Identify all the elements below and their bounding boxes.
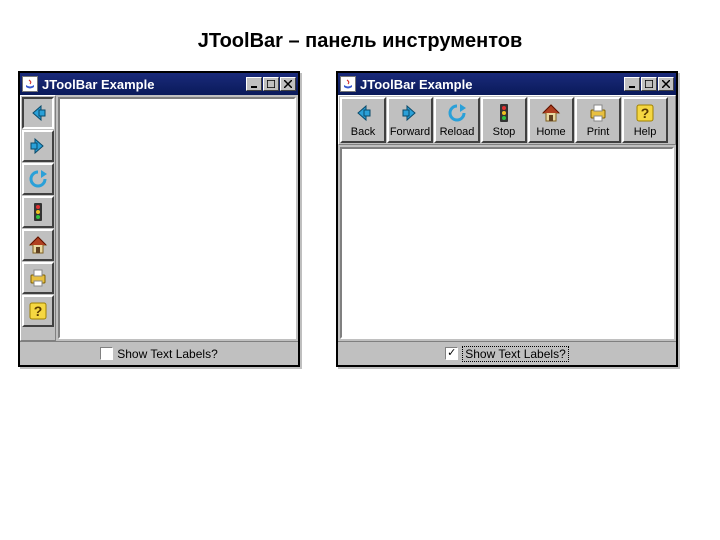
- forward-label: Forward: [390, 126, 430, 138]
- window-title: JToolBar Example: [42, 77, 245, 92]
- statusbar: Show Text Labels?: [338, 341, 676, 365]
- reload-label: Reload: [440, 126, 475, 138]
- titlebar[interactable]: JToolBar Example: [338, 73, 676, 95]
- toolbar-vertical: [20, 95, 56, 341]
- back-label: Back: [351, 126, 375, 138]
- java-icon: [22, 76, 38, 92]
- printer-icon: [27, 267, 49, 289]
- question-icon: [27, 300, 49, 322]
- arrow-right-icon: [399, 102, 421, 124]
- reload-button[interactable]: Reload: [434, 97, 480, 143]
- show-labels-label[interactable]: Show Text Labels?: [117, 347, 218, 361]
- slide-title: JToolBar – панель инструментов: [0, 0, 720, 71]
- question-icon: [634, 102, 656, 124]
- print-button[interactable]: [22, 262, 54, 294]
- content-area: [340, 147, 674, 339]
- traffic-light-icon: [493, 102, 515, 124]
- reload-icon: [446, 102, 468, 124]
- show-labels-checkbox[interactable]: [100, 347, 113, 360]
- show-labels-label[interactable]: Show Text Labels?: [462, 346, 569, 362]
- home-label: Home: [536, 126, 565, 138]
- statusbar: Show Text Labels?: [20, 341, 298, 365]
- printer-icon: [587, 102, 609, 124]
- stop-button[interactable]: Stop: [481, 97, 527, 143]
- back-button[interactable]: [22, 97, 54, 129]
- help-button[interactable]: [22, 295, 54, 327]
- arrow-right-icon: [27, 135, 49, 157]
- maximize-button[interactable]: [263, 77, 279, 91]
- print-button[interactable]: Print: [575, 97, 621, 143]
- reload-button[interactable]: [22, 163, 54, 195]
- minimize-button[interactable]: [624, 77, 640, 91]
- toolbar-horizontal: Back Forward Reload Stop Home: [338, 95, 676, 145]
- window-title: JToolBar Example: [360, 77, 623, 92]
- house-icon: [27, 234, 49, 256]
- titlebar[interactable]: JToolBar Example: [20, 73, 298, 95]
- forward-button[interactable]: Forward: [387, 97, 433, 143]
- maximize-button[interactable]: [641, 77, 657, 91]
- arrow-left-icon: [27, 102, 49, 124]
- arrow-left-icon: [352, 102, 374, 124]
- help-button[interactable]: Help: [622, 97, 668, 143]
- window-right: JToolBar Example Back Forward Relo: [336, 71, 678, 367]
- print-label: Print: [587, 126, 610, 138]
- home-button[interactable]: Home: [528, 97, 574, 143]
- back-button[interactable]: Back: [340, 97, 386, 143]
- stop-button[interactable]: [22, 196, 54, 228]
- minimize-button[interactable]: [246, 77, 262, 91]
- window-left: JToolBar Example Show Text Labels?: [18, 71, 300, 367]
- content-area: [58, 97, 296, 339]
- house-icon: [540, 102, 562, 124]
- home-button[interactable]: [22, 229, 54, 261]
- help-label: Help: [634, 126, 657, 138]
- close-button[interactable]: [280, 77, 296, 91]
- show-labels-checkbox[interactable]: [445, 347, 458, 360]
- forward-button[interactable]: [22, 130, 54, 162]
- java-icon: [340, 76, 356, 92]
- close-button[interactable]: [658, 77, 674, 91]
- reload-icon: [27, 168, 49, 190]
- stop-label: Stop: [493, 126, 516, 138]
- traffic-light-icon: [27, 201, 49, 223]
